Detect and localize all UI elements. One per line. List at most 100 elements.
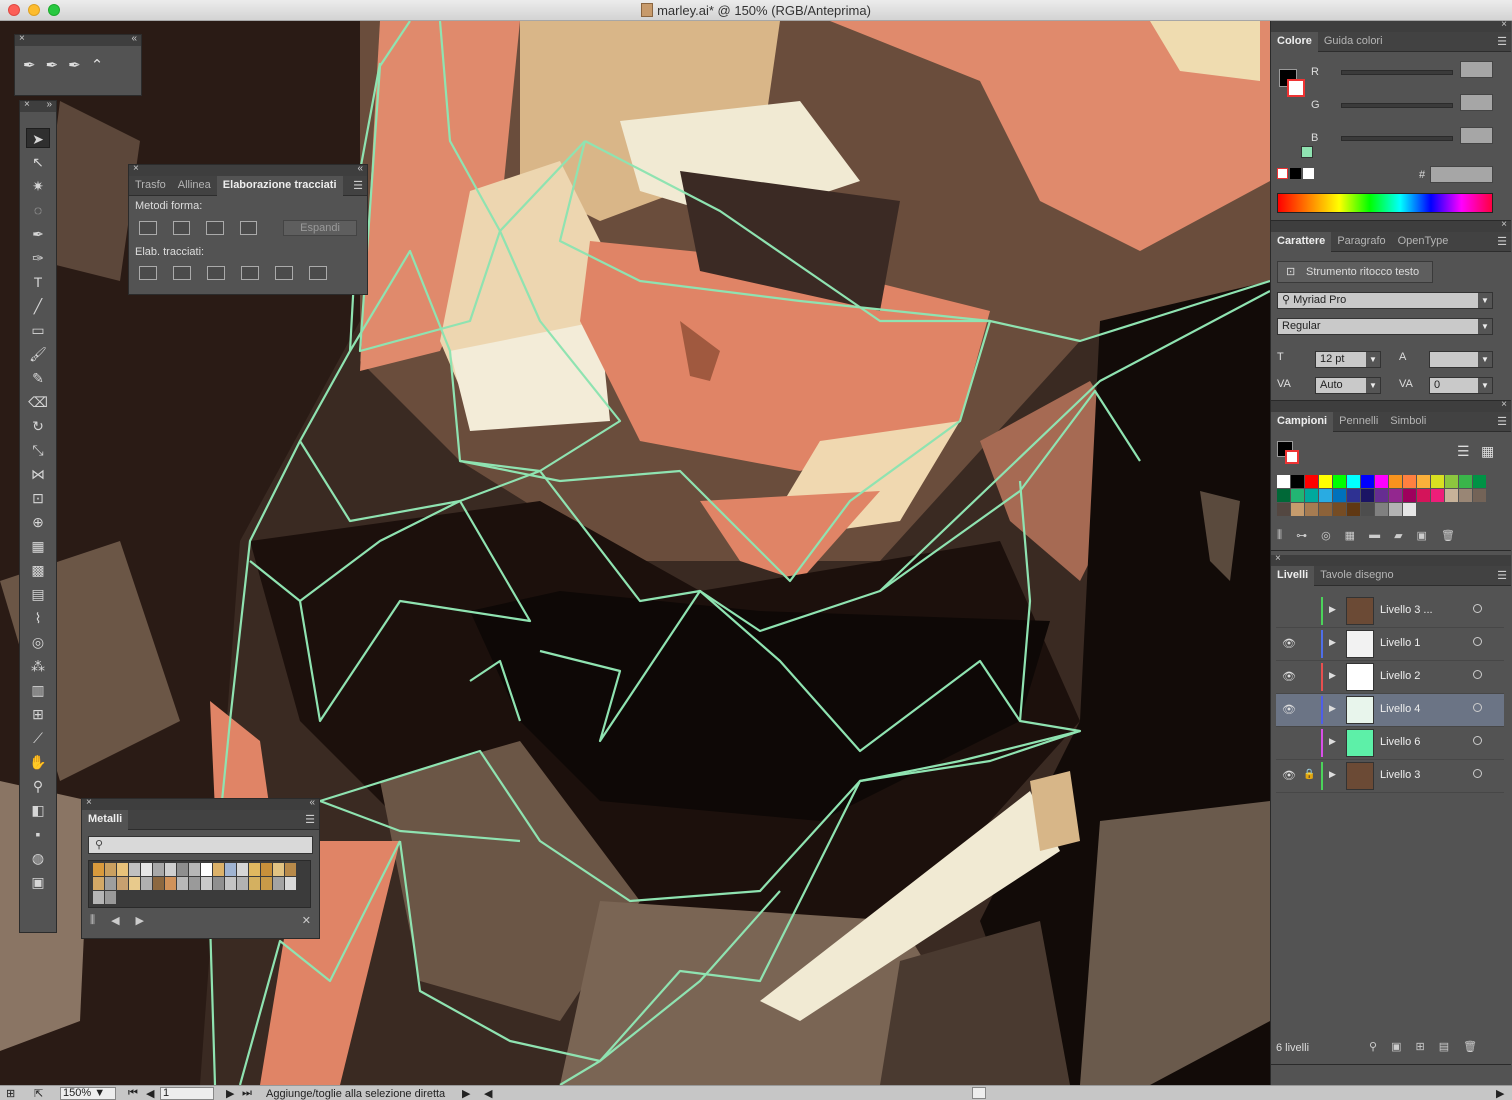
close-icon[interactable]: × [19,33,25,44]
gradient-tool-icon[interactable]: ▤ [26,584,50,604]
lock-icon[interactable]: 🔒 [1303,769,1315,780]
new-sublayer-icon[interactable]: ⊞ [1415,1040,1424,1053]
scale-tool-icon[interactable]: ⤡ [26,440,50,460]
folder-icon[interactable]: ▰ [1394,529,1402,542]
first-artboard-icon[interactable]: ⏮ [128,1087,138,1100]
library-menu-icon[interactable]: ⫼ [90,914,95,927]
color-swatch[interactable] [1333,489,1346,502]
artboard-tool-icon[interactable]: ⊞ [26,704,50,724]
tab-brushes[interactable]: Pennelli [1333,412,1384,432]
close-icon[interactable]: × [86,797,92,808]
target-circle-icon[interactable] [1473,604,1482,613]
rectangle-tool-icon[interactable]: ▭ [26,320,50,340]
tab-transform[interactable]: Trasfo [129,176,172,196]
color-swatch[interactable] [1361,503,1374,516]
expand-button[interactable]: Espandi [283,220,357,236]
metal-swatch[interactable] [93,863,104,876]
panel-menu-icon[interactable]: ☰ [1497,35,1507,48]
black-swatch[interactable] [1290,168,1301,179]
next-artboard-icon[interactable]: ▶ [226,1087,234,1100]
color-mode-icon[interactable]: ▪ [26,824,50,844]
blue-slider[interactable] [1341,136,1453,141]
zoom-tool-icon[interactable]: ⚲ [26,776,50,796]
metal-swatch[interactable] [225,877,236,890]
layer-row[interactable]: 👁 ▶ Livello 4 [1276,694,1504,727]
divide-button[interactable] [139,266,157,280]
panel-menu-icon[interactable]: ☰ [1497,415,1507,428]
metal-swatch[interactable] [285,877,296,890]
metal-swatch[interactable] [153,877,164,890]
metal-swatch[interactable] [273,863,284,876]
color-swatch[interactable] [1361,489,1374,502]
leading-input[interactable]: ▼ [1429,351,1493,368]
tab-layers[interactable]: Livelli [1271,566,1315,586]
color-swatch[interactable] [1305,475,1318,488]
collapse-icon[interactable]: « [309,797,315,808]
horizontal-scrollbar-thumb[interactable] [972,1087,986,1099]
color-swatch[interactable] [1431,475,1444,488]
color-swatch[interactable] [1333,475,1346,488]
target-circle-icon[interactable] [1473,736,1482,745]
color-swatch[interactable] [1291,475,1304,488]
symbol-sprayer-tool-icon[interactable]: ⁂ [26,656,50,676]
metal-swatch[interactable] [189,877,200,890]
blue-value-input[interactable] [1460,127,1493,144]
mesh-tool-icon[interactable]: ▩ [26,560,50,580]
metal-swatch[interactable] [129,863,140,876]
swatch-search-input[interactable]: ⚲ [88,836,313,854]
metal-swatch[interactable] [153,863,164,876]
color-swatch[interactable] [1319,475,1332,488]
collapse-icon[interactable]: » [46,99,52,110]
panel-menu-icon[interactable]: ☰ [353,179,363,192]
curvature-tool-icon[interactable]: ✑ [26,248,50,268]
color-swatch[interactable] [1459,489,1472,502]
color-swatch[interactable] [1389,475,1402,488]
metal-swatch[interactable] [237,863,248,876]
line-tool-icon[interactable]: ╱ [26,296,50,316]
free-transform-tool-icon[interactable]: ⊡ [26,488,50,508]
metal-swatch[interactable] [249,863,260,876]
color-swatch[interactable] [1277,503,1290,516]
perspective-grid-tool-icon[interactable]: ▦ [26,536,50,556]
layer-row[interactable]: 👁 🔒 ▶ Livello 3 [1276,760,1504,793]
blend-tool-icon[interactable]: ◎ [26,632,50,652]
slice-tool-icon[interactable]: ⟋ [26,728,50,748]
previous-artboard-icon[interactable]: ◀ [146,1087,154,1100]
intersect-button[interactable] [206,221,224,235]
color-swatch[interactable] [1305,489,1318,502]
tab-paragraph[interactable]: Paragrafo [1331,232,1391,252]
grid-view-icon[interactable]: ▦ [1481,443,1494,460]
pen-tool-icon[interactable]: ✒ [26,224,50,244]
color-swatch[interactable] [1445,475,1458,488]
metal-swatch[interactable] [105,891,116,904]
library-menu-icon[interactable]: ⫼ [1277,529,1282,542]
metal-swatch[interactable] [105,863,116,876]
color-swatch[interactable] [1375,503,1388,516]
color-swatch[interactable] [1389,503,1402,516]
tab-opentype[interactable]: OpenType [1392,232,1455,252]
target-circle-icon[interactable] [1473,769,1482,778]
previous-library-icon[interactable]: ◀ [111,914,119,927]
color-swatch[interactable] [1277,489,1290,502]
visibility-eye-icon[interactable]: 👁 [1282,670,1296,683]
font-style-select[interactable]: Regular ▼ [1277,318,1493,335]
collapse-icon[interactable]: « [131,33,137,44]
metal-swatch[interactable] [93,891,104,904]
tab-swatches[interactable]: Campioni [1271,412,1334,432]
green-slider[interactable] [1341,103,1453,108]
layer-row[interactable]: 👁 ▶ Livello 1 [1276,628,1504,661]
convert-anchor-point-icon[interactable]: ⌃ [91,56,104,74]
metal-swatch[interactable] [141,863,152,876]
close-icon[interactable]: × [24,99,30,110]
new-group-icon[interactable]: ▬ [1369,529,1380,542]
scroll-left-icon[interactable]: ◀ [484,1087,492,1100]
scroll-right-icon[interactable]: ▶ [1496,1087,1504,1100]
expand-triangle-icon[interactable]: ▶ [1329,703,1336,714]
green-value-input[interactable] [1460,94,1493,111]
hex-input[interactable] [1430,166,1493,183]
metal-swatch[interactable] [117,877,128,890]
color-swatch[interactable] [1347,475,1360,488]
direct-selection-tool-icon[interactable]: ↖ [26,152,50,172]
color-swatch[interactable] [1375,489,1388,502]
color-swatch[interactable] [1319,503,1332,516]
